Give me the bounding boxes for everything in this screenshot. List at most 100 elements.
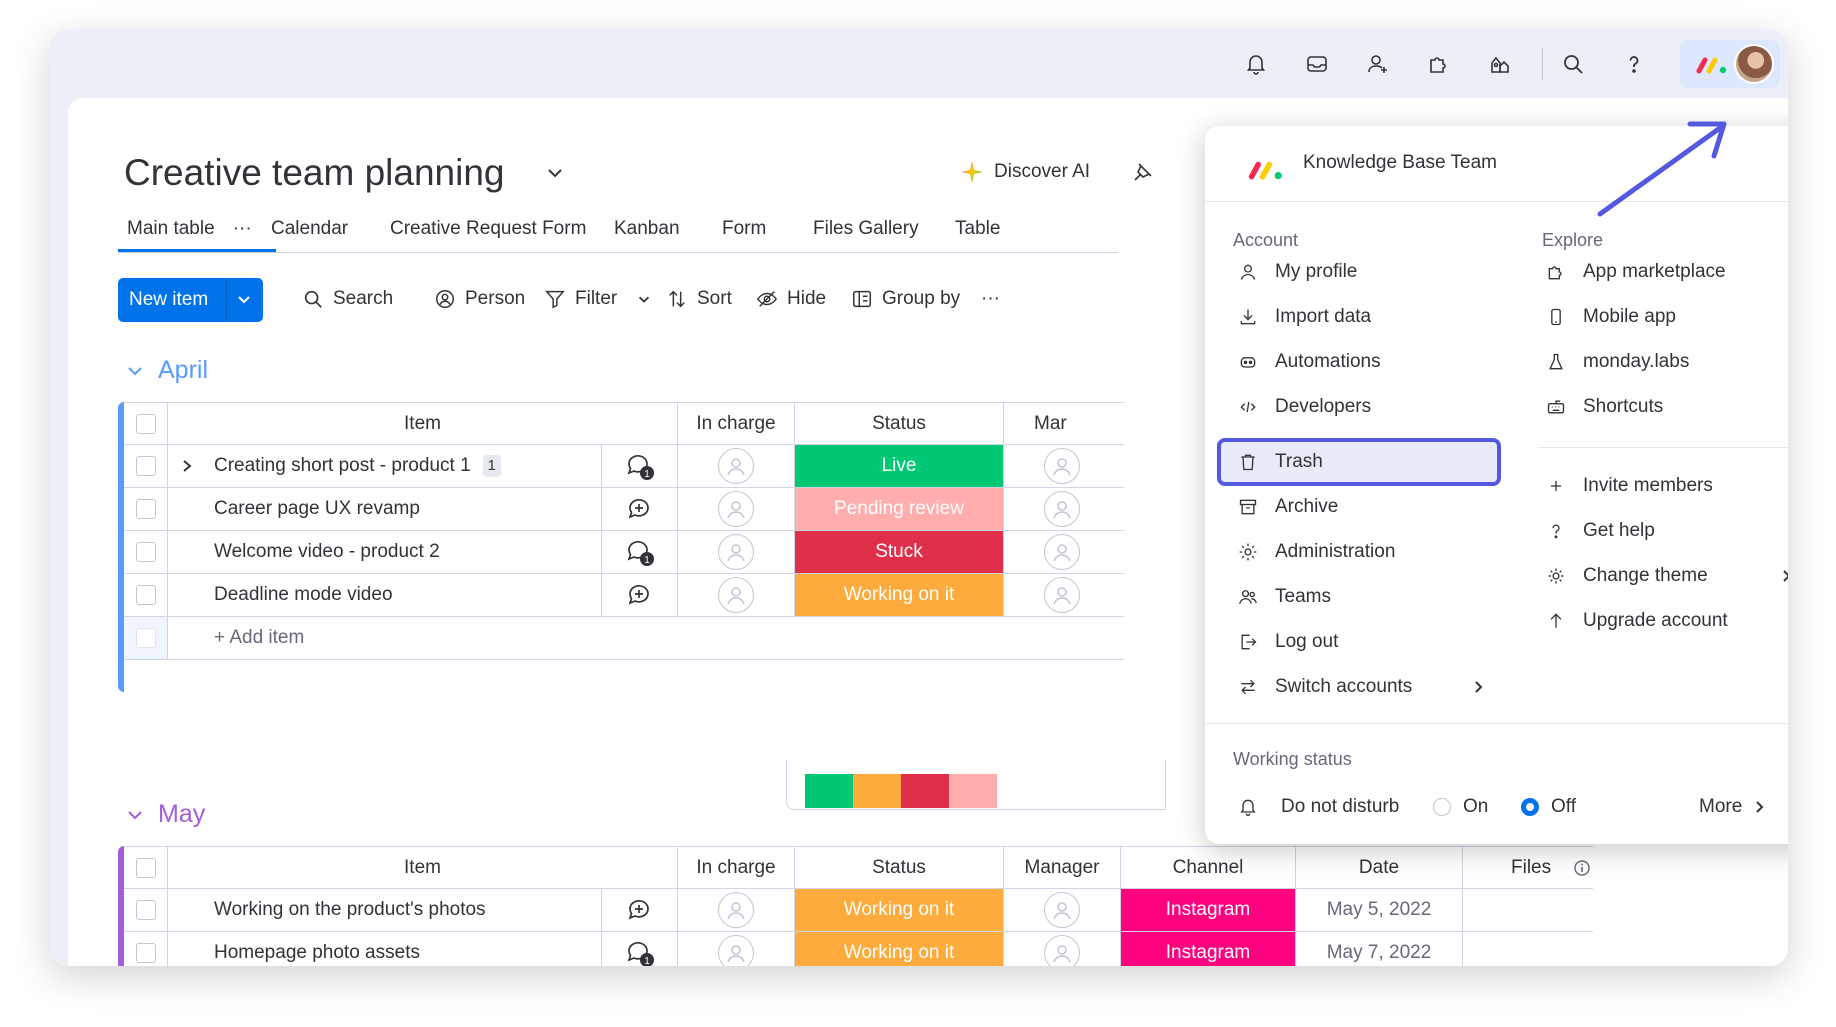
- updates-cell[interactable]: [602, 889, 678, 932]
- item-name[interactable]: Homepage photo assets: [214, 942, 420, 964]
- menu-item-mobile-app[interactable]: Mobile app: [1545, 297, 1676, 337]
- table-row-item[interactable]: Deadline mode video: [168, 574, 602, 617]
- person-cell[interactable]: [678, 445, 795, 488]
- row-checkbox[interactable]: [135, 542, 156, 562]
- person-cell[interactable]: [678, 531, 795, 574]
- menu-item-trash[interactable]: Trash: [1237, 442, 1323, 482]
- column-header-manager[interactable]: Mar: [1004, 402, 1124, 445]
- item-name[interactable]: Deadline mode video: [214, 584, 393, 606]
- table-row-item[interactable]: Welcome video - product 2: [168, 531, 602, 574]
- row-checkbox[interactable]: [135, 499, 156, 519]
- updates-cell[interactable]: 1: [602, 531, 678, 574]
- add-update-icon[interactable]: [626, 896, 654, 924]
- manager-cell[interactable]: [1004, 932, 1121, 966]
- status-cell[interactable]: Pending review: [795, 488, 1004, 531]
- table-row-item[interactable]: Homepage photo assets: [168, 932, 602, 966]
- menu-item-teams[interactable]: Teams: [1237, 577, 1331, 617]
- column-header-item[interactable]: Item: [168, 402, 678, 445]
- chevron-down-icon[interactable]: [126, 364, 144, 378]
- row-checkbox[interactable]: [135, 456, 156, 476]
- add-update-icon[interactable]: [626, 495, 654, 523]
- row-checkbox[interactable]: [135, 900, 156, 920]
- group-title[interactable]: May: [158, 800, 205, 829]
- status-cell[interactable]: Working on it: [795, 574, 1004, 617]
- row-checkbox[interactable]: [135, 943, 156, 963]
- menu-item-invite-members[interactable]: Invite members: [1545, 466, 1713, 506]
- new-item-button[interactable]: New item: [118, 278, 263, 322]
- apps-icon[interactable]: [1423, 48, 1455, 80]
- conversation-icon[interactable]: 1: [625, 938, 655, 966]
- table-row-item[interactable]: Working on the product's photos: [168, 889, 602, 932]
- tab-creative-request-form[interactable]: Creative Request Form: [390, 218, 586, 240]
- tab-form[interactable]: Form: [722, 218, 766, 240]
- radio-off-selected[interactable]: [1521, 798, 1539, 816]
- help-icon[interactable]: [1618, 48, 1650, 80]
- column-header-in-charge[interactable]: In charge: [678, 846, 795, 889]
- group-title[interactable]: April: [158, 356, 208, 385]
- status-cell[interactable]: Working on it: [795, 932, 1004, 966]
- updates-cell[interactable]: 1: [602, 932, 678, 966]
- radio-on[interactable]: [1433, 798, 1451, 816]
- tab-files-gallery[interactable]: Files Gallery: [813, 218, 919, 240]
- row-select-cell[interactable]: [124, 531, 168, 574]
- tab-table[interactable]: Table: [955, 218, 1000, 240]
- manager-cell[interactable]: [1004, 889, 1121, 932]
- row-checkbox[interactable]: [135, 585, 156, 605]
- date-cell[interactable]: May 5, 2022: [1296, 889, 1463, 932]
- menu-item-app-marketplace[interactable]: App marketplace: [1545, 252, 1726, 292]
- row-select-cell[interactable]: [124, 932, 168, 966]
- chevron-down-icon[interactable]: [636, 291, 652, 307]
- chevron-down-icon[interactable]: [235, 290, 253, 308]
- updates-cell[interactable]: 1: [602, 445, 678, 488]
- tab-main-table[interactable]: Main table ···: [127, 218, 252, 240]
- add-item-row[interactable]: + Add item: [168, 617, 1124, 660]
- date-cell[interactable]: May 7, 2022: [1296, 932, 1463, 966]
- tab-more-icon[interactable]: ···: [233, 218, 252, 239]
- person-cell[interactable]: [678, 889, 795, 932]
- menu-item-archive[interactable]: Archive: [1237, 487, 1338, 527]
- menu-item-get-help[interactable]: Get help: [1545, 511, 1655, 551]
- manager-cell[interactable]: [1004, 445, 1124, 488]
- discover-ai-button[interactable]: Discover AI: [960, 160, 1090, 184]
- marketplace-icon[interactable]: [1484, 48, 1516, 80]
- row-select-cell[interactable]: [124, 889, 168, 932]
- menu-item-upgrade-account[interactable]: Upgrade account: [1545, 601, 1728, 641]
- dnd-on-option[interactable]: On: [1433, 787, 1488, 827]
- files-cell[interactable]: [1463, 932, 1593, 966]
- sort-button[interactable]: Sort: [666, 288, 732, 310]
- status-cell[interactable]: Stuck: [795, 531, 1004, 574]
- menu-item-log-out[interactable]: Log out: [1237, 622, 1338, 662]
- column-header-files[interactable]: Files: [1463, 846, 1593, 889]
- manager-cell[interactable]: [1004, 531, 1124, 574]
- pin-icon[interactable]: [1131, 160, 1155, 184]
- working-status-more[interactable]: More: [1699, 787, 1768, 827]
- subitems-count-badge[interactable]: 1: [482, 455, 501, 477]
- column-header-manager[interactable]: Manager: [1004, 846, 1121, 889]
- status-summary-segment[interactable]: [805, 774, 853, 808]
- menu-item-switch-accounts[interactable]: Switch accounts: [1237, 667, 1487, 707]
- select-all-checkbox[interactable]: [135, 857, 156, 878]
- info-icon[interactable]: [1573, 859, 1591, 877]
- column-header-status[interactable]: Status: [795, 402, 1004, 445]
- menu-item-developers[interactable]: Developers: [1237, 387, 1371, 427]
- account-button[interactable]: [1680, 40, 1780, 88]
- hide-button[interactable]: Hide: [756, 288, 826, 310]
- row-select-cell[interactable]: [124, 488, 168, 531]
- group-header-may[interactable]: May: [126, 800, 205, 829]
- expand-chevron-icon[interactable]: [180, 459, 194, 473]
- menu-item-change-theme[interactable]: Change theme: [1545, 556, 1788, 596]
- add-update-icon[interactable]: [626, 581, 654, 609]
- board-title[interactable]: Creative team planning: [124, 152, 505, 194]
- person-cell[interactable]: [678, 932, 795, 966]
- manager-cell[interactable]: [1004, 488, 1124, 531]
- row-select-cell[interactable]: [124, 574, 168, 617]
- status-summary-segment[interactable]: [949, 774, 997, 808]
- manager-cell[interactable]: [1004, 574, 1124, 617]
- menu-item-import-data[interactable]: Import data: [1237, 297, 1371, 337]
- item-name[interactable]: Career page UX revamp: [214, 498, 420, 520]
- updates-cell[interactable]: [602, 574, 678, 617]
- group-by-button[interactable]: Group by: [851, 288, 960, 310]
- person-cell[interactable]: [678, 488, 795, 531]
- menu-item-administration[interactable]: Administration: [1237, 532, 1395, 572]
- bell-icon[interactable]: [1240, 48, 1272, 80]
